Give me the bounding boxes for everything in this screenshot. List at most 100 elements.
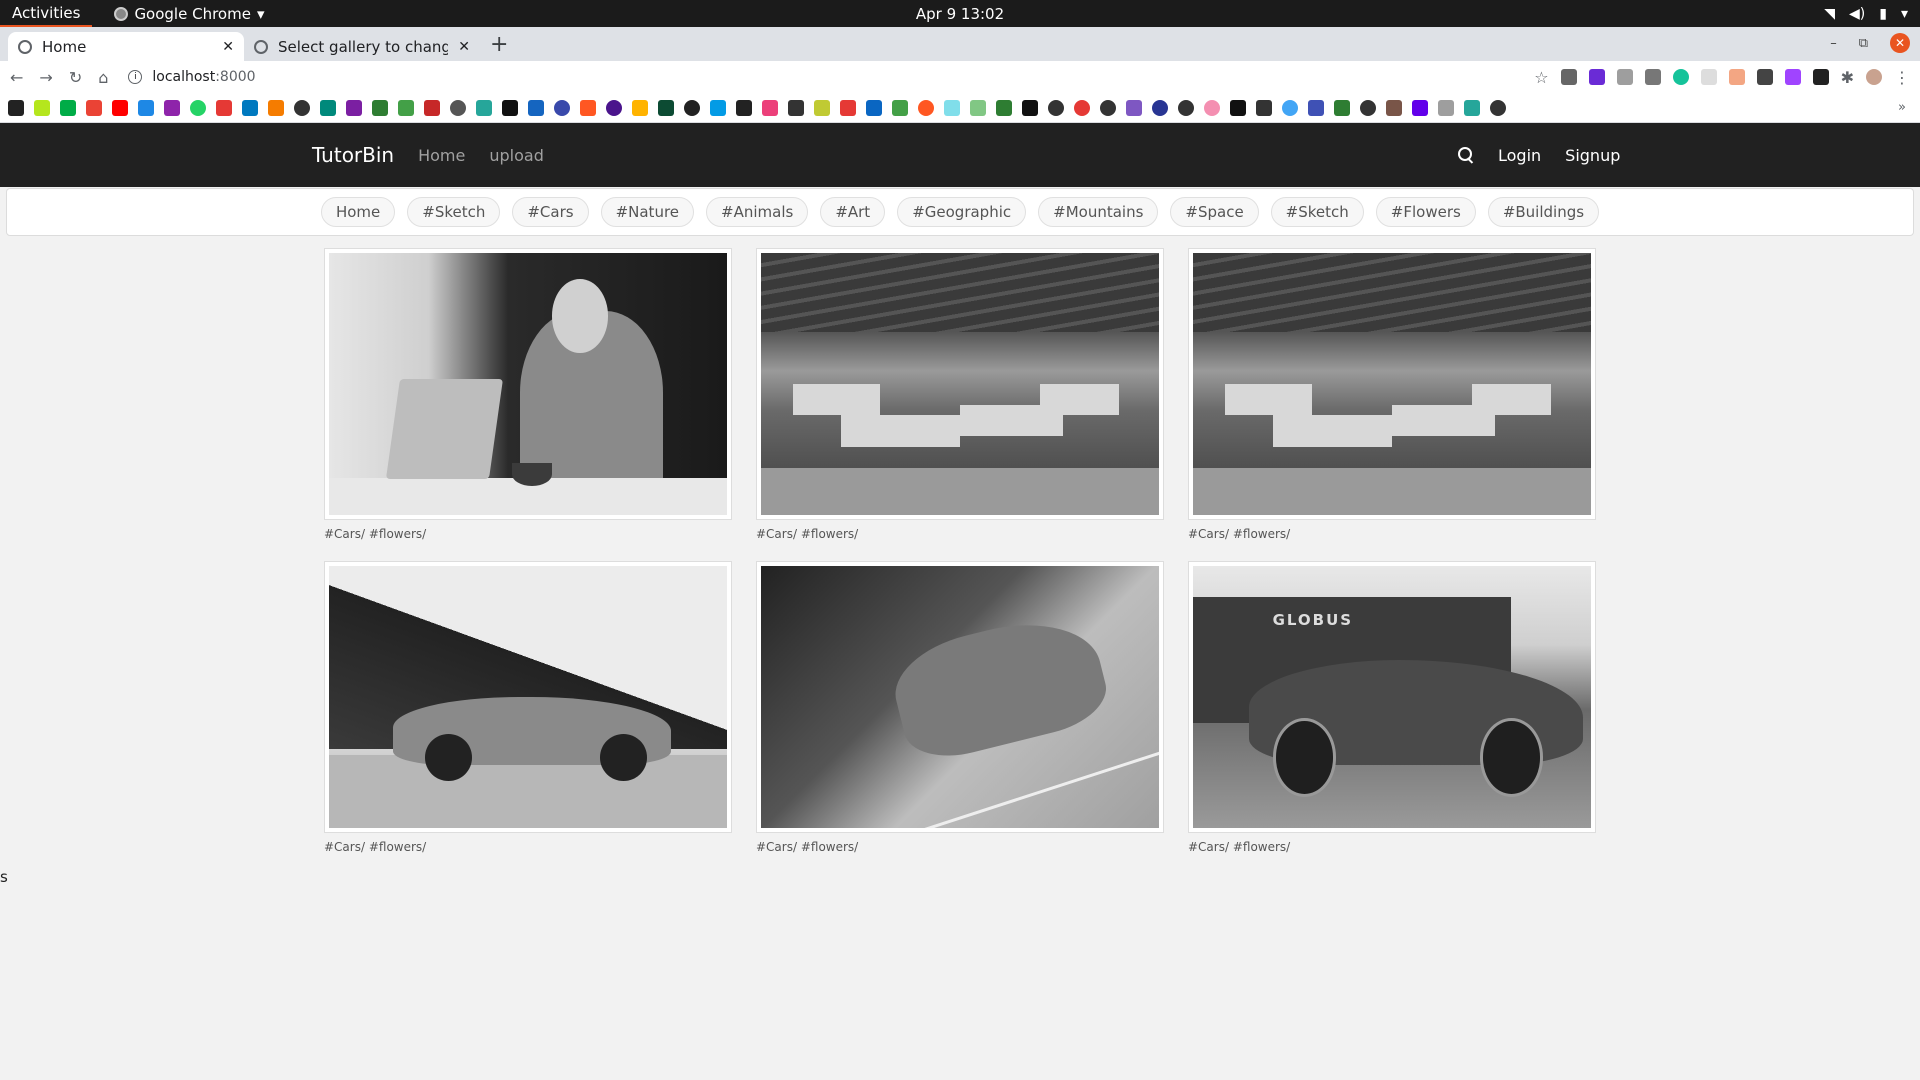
bookmark-icon[interactable] [372,99,388,116]
brand-logo[interactable]: TutorBin [312,143,394,167]
bookmark-icon[interactable] [216,99,232,116]
tag-art[interactable]: #Art [820,197,886,227]
gallery-image[interactable]: GLOBUS [1188,561,1596,833]
bookmark-icon[interactable] [1256,99,1272,116]
reload-icon[interactable]: ↻ [69,68,82,87]
bookmark-icon[interactable] [1152,99,1168,116]
globe-icon[interactable] [1048,99,1064,116]
gallery-image[interactable] [324,248,732,520]
puzzle-icon[interactable]: ✱ [1841,68,1854,87]
info-icon[interactable]: i [128,70,143,84]
bookmark-icon[interactable] [762,99,778,116]
bookmark-icon[interactable] [710,99,726,116]
bookmark-icon[interactable] [892,99,908,116]
django-icon[interactable] [658,99,674,116]
globe-icon[interactable] [1100,99,1116,116]
bookmark-icon[interactable] [632,99,648,116]
bookmark-icon[interactable] [424,99,440,116]
home-icon[interactable]: ⌂ [98,68,108,87]
tag-animals[interactable]: #Animals [706,197,809,227]
extension-icon[interactable] [1812,69,1829,85]
bookmark-icon[interactable] [554,99,570,116]
evernote-icon[interactable] [996,99,1012,116]
bookmark-icon[interactable] [970,99,986,116]
nav-home-link[interactable]: Home [418,146,465,165]
bookmark-icon[interactable] [34,99,50,116]
meet-icon[interactable] [60,99,76,116]
bookmark-icon[interactable] [1412,99,1428,116]
close-icon[interactable]: ✕ [222,39,234,55]
whatsapp-icon[interactable] [190,99,206,116]
bookmark-icon[interactable] [736,99,752,116]
bookmark-icon[interactable] [1464,99,1480,116]
bookmark-icon[interactable] [1386,99,1402,116]
tab-home[interactable]: Home ✕ [8,32,244,61]
bookmark-icon[interactable] [1282,99,1298,116]
tag-flowers[interactable]: #Flowers [1375,197,1476,227]
nav-upload-link[interactable]: upload [489,146,544,165]
bookmark-icon[interactable] [944,99,960,116]
tag-space[interactable]: #Space [1170,197,1259,227]
extension-icon[interactable] [1728,69,1745,85]
close-icon[interactable]: ✕ [458,39,470,55]
app-menu[interactable]: Google Chrome ▾ [114,5,264,23]
globe-icon[interactable] [1490,99,1506,116]
tag-home[interactable]: Home [320,197,396,227]
bookmark-icon[interactable] [1204,99,1220,116]
search-icon[interactable] [1458,147,1474,163]
bookmark-icon[interactable] [476,99,492,116]
activities-button[interactable]: Activities [0,0,93,27]
gallery-image[interactable] [756,248,1164,520]
bookmark-icon[interactable] [528,99,544,116]
avatar[interactable] [1866,69,1882,85]
tag-buildings[interactable]: #Buildings [1487,197,1600,227]
bookmark-icon[interactable] [918,99,934,116]
tab-admin[interactable]: Select gallery to change | ✕ [244,32,480,61]
extension-icon[interactable] [1560,69,1577,85]
gallery-image[interactable] [324,561,732,833]
login-link[interactable]: Login [1498,146,1541,165]
bookmark-icon[interactable] [814,99,830,116]
close-window-button[interactable]: ✕ [1890,33,1910,53]
extension-icon[interactable] [1616,69,1633,85]
globe-icon[interactable] [1360,99,1376,116]
bookmark-icon[interactable] [840,99,856,116]
tag-mountains[interactable]: #Mountains [1038,197,1159,227]
bookmark-icon[interactable] [1230,99,1246,116]
bookmark-icon[interactable] [1022,99,1038,116]
extension-icon[interactable] [1756,69,1773,85]
gmail-icon[interactable] [86,99,102,116]
forward-arrow-icon[interactable]: → [39,68,52,87]
bookmark-icon[interactable] [788,99,804,116]
gallery-image[interactable] [1188,248,1596,520]
trello-icon[interactable] [242,99,258,116]
bookmark-icon[interactable] [398,99,414,116]
globe-icon[interactable] [294,99,310,116]
bookmark-icon[interactable] [346,99,362,116]
extension-icon[interactable] [1784,69,1801,85]
youtube-icon[interactable] [112,99,128,116]
bookmark-icon[interactable] [1334,99,1350,116]
extension-icon[interactable] [1588,69,1605,85]
tag-geographic[interactable]: #Geographic [897,197,1027,227]
grammarly-icon[interactable] [1672,69,1689,85]
clock[interactable]: Apr 9 13:02 [916,5,1004,23]
mail-icon[interactable] [164,99,180,116]
tag-sketch[interactable]: #Sketch [407,197,501,227]
globe-icon[interactable] [1178,99,1194,116]
bookmark-icon[interactable] [138,99,154,116]
bookmark-icon[interactable] [450,99,466,116]
kebab-menu-icon[interactable]: ⋮ [1894,68,1910,87]
bookmark-icon[interactable] [580,99,596,116]
tag-cars[interactable]: #Cars [512,197,589,227]
bookmark-icon[interactable] [1438,99,1454,116]
bookmark-icon[interactable] [502,99,518,116]
bookmark-icon[interactable] [1074,99,1090,116]
minimize-button[interactable]: – [1830,36,1837,51]
linkedin-icon[interactable] [866,99,882,116]
more-bookmarks-icon[interactable]: » [1898,100,1906,115]
back-arrow-icon[interactable]: ← [10,68,23,87]
extension-icon[interactable] [1700,69,1717,85]
bookmark-icon[interactable] [268,99,284,116]
restore-button[interactable]: ⧉ [1859,36,1868,51]
